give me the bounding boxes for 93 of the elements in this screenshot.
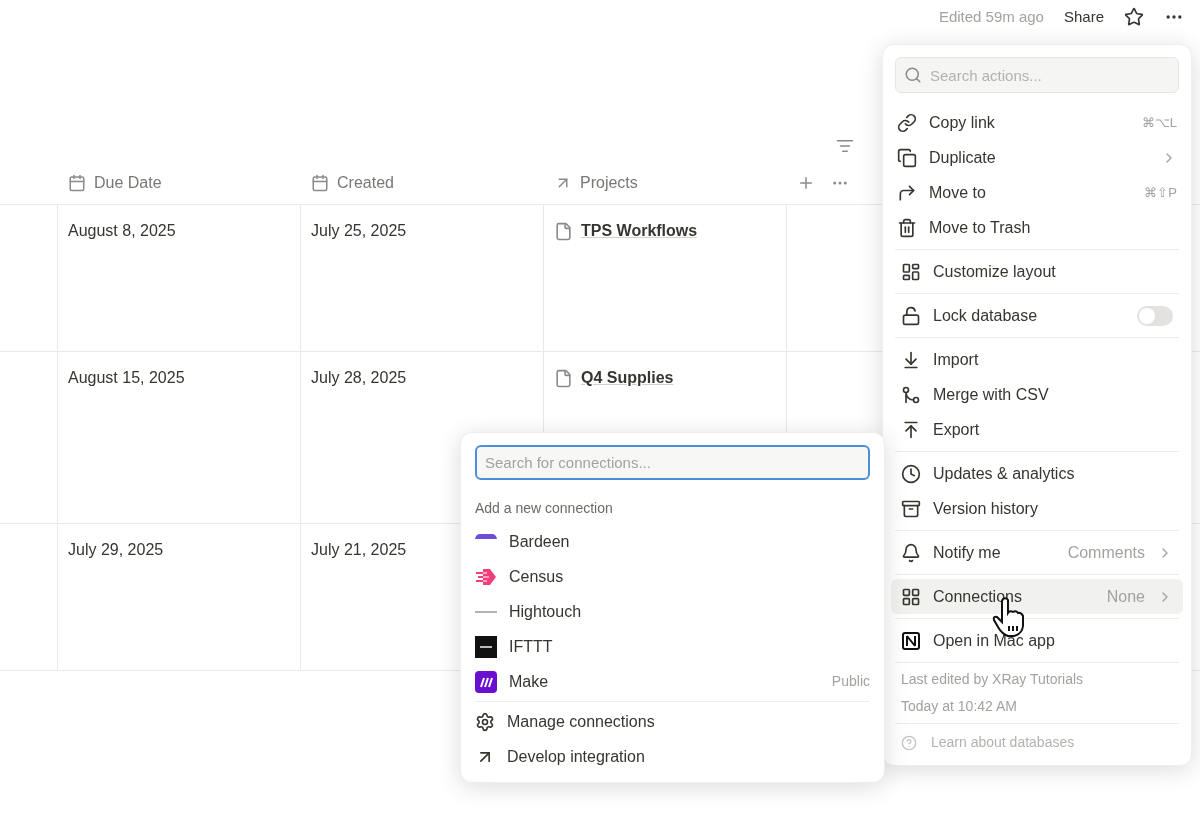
stripes-logo-icon <box>476 568 496 585</box>
date-cell: August 8, 2025 <box>68 222 176 239</box>
date-cell: July 25, 2025 <box>311 222 407 239</box>
menu-item[interactable]: Move to ⌘⇧P <box>891 175 1183 210</box>
clock-icon <box>901 463 921 484</box>
filter-icon[interactable] <box>836 137 854 155</box>
edited-time: Edited 59m ago <box>938 6 1044 27</box>
connection-name: Make <box>509 671 550 692</box>
menu-label: Move to Trash <box>929 217 1032 238</box>
connection-item[interactable]: Hightouch <box>475 594 870 629</box>
shortcut: ⌘⇧P <box>1144 183 1177 202</box>
connection-name: IFTTT <box>509 636 554 657</box>
column-header[interactable]: Due Date <box>94 170 162 195</box>
column-header[interactable]: Projects <box>580 170 638 195</box>
menu-item[interactable]: Customize layout <box>895 254 1179 289</box>
date-cell: August 15, 2025 <box>68 369 185 386</box>
project-link[interactable]: TPS Workflows <box>581 219 698 243</box>
calendar-icon <box>311 173 329 192</box>
square-logo-icon <box>475 635 497 658</box>
download-icon <box>901 349 921 370</box>
menu-item[interactable]: Develop integration <box>475 739 870 774</box>
arc-logo-icon <box>475 534 497 539</box>
trash-icon <box>897 217 917 238</box>
date-cell: July 29, 2025 <box>68 541 164 558</box>
connection-item[interactable]: Bardeen <box>475 524 870 559</box>
app-logo-icon <box>901 630 921 651</box>
page-icon <box>554 368 573 388</box>
menu-item[interactable]: Copy link ⌘⌥L <box>891 105 1183 140</box>
menu-item[interactable]: Export <box>895 412 1179 447</box>
toggle-switch[interactable] <box>1137 305 1173 326</box>
menu-label: Notify me <box>933 542 1002 563</box>
menu-item[interactable]: Lock database <box>895 298 1179 333</box>
edited-at-text: Today at 10:42 AM <box>901 697 1018 716</box>
project-link[interactable]: Q4 Supplies <box>581 366 674 390</box>
menu-label: Import <box>933 349 980 370</box>
line-logo-icon <box>475 610 497 613</box>
page-icon <box>554 221 573 241</box>
search-icon <box>904 66 922 84</box>
menu-item[interactable]: Updates & analytics <box>895 456 1179 491</box>
date-cell: July 28, 2025 <box>311 369 407 386</box>
date-cell: July 21, 2025 <box>311 541 407 558</box>
upload-icon <box>901 419 921 440</box>
search-field[interactable]: Search for connections... <box>475 445 870 480</box>
bell-icon <box>901 542 921 563</box>
layout-icon <box>901 261 921 282</box>
menu-item[interactable]: Manage connections <box>475 704 870 739</box>
menu-item[interactable]: Version history <box>895 491 1179 526</box>
menu-item[interactable]: Import <box>895 342 1179 377</box>
shortcut: ⌘⌥L <box>1141 113 1177 132</box>
connection-item[interactable]: IFTTT <box>475 629 870 664</box>
section-heading: Add a new connection <box>475 500 613 516</box>
connection-item[interactable]: Make Public <box>475 664 870 699</box>
connection-name: Hightouch <box>509 601 583 622</box>
menu-label: Copy link <box>929 112 996 133</box>
menu-label: Export <box>933 419 981 440</box>
copy-icon <box>897 147 917 168</box>
star-icon[interactable] <box>1124 7 1144 27</box>
menu-label: Move to <box>929 182 987 203</box>
connection-name: Bardeen <box>509 531 571 552</box>
menu-item[interactable]: Open in Mac app <box>895 623 1179 658</box>
menu-label: Develop integration <box>507 746 645 767</box>
connection-item[interactable]: Census <box>475 559 870 594</box>
menu-item[interactable]: Notify me Comments <box>895 535 1179 570</box>
merge-icon <box>901 384 921 405</box>
arrow-icon <box>897 182 917 203</box>
menu-label: Connections <box>933 586 1023 607</box>
menu-value: Comments <box>1067 542 1145 563</box>
menu-label: Open in Mac app <box>933 630 1056 651</box>
menu-item[interactable]: Duplicate <box>891 140 1183 175</box>
menu-label: Version history <box>933 498 1039 519</box>
grid-icon <box>901 586 921 607</box>
menu-value: None <box>1106 586 1145 607</box>
edited-by-text: Last edited by XRay Tutorials <box>901 670 1085 689</box>
help-icon <box>901 734 917 751</box>
menu-item[interactable]: Merge with CSV <box>895 377 1179 412</box>
menu-label: Manage connections <box>507 711 655 732</box>
menu-item[interactable]: Connections None <box>891 579 1183 614</box>
column-header[interactable]: Created <box>337 170 394 195</box>
lock-icon <box>901 305 921 326</box>
menu-label: Customize layout <box>933 261 1057 282</box>
share-button[interactable]: Share <box>1063 5 1104 29</box>
menu-label: Updates & analytics <box>933 463 1076 484</box>
menu-label: Duplicate <box>929 147 997 168</box>
rounded-logo-icon <box>475 670 497 693</box>
connection-name: Census <box>509 566 565 587</box>
calendar-icon <box>68 173 86 192</box>
menu-item[interactable]: Move to Trash <box>891 210 1183 245</box>
link-icon <box>897 112 917 133</box>
public-tag: Public <box>831 671 870 692</box>
menu-label: Lock database <box>933 305 1039 326</box>
menu-label: Merge with CSV <box>933 384 1050 405</box>
archive-icon <box>901 498 921 519</box>
settings-icon <box>475 711 495 732</box>
